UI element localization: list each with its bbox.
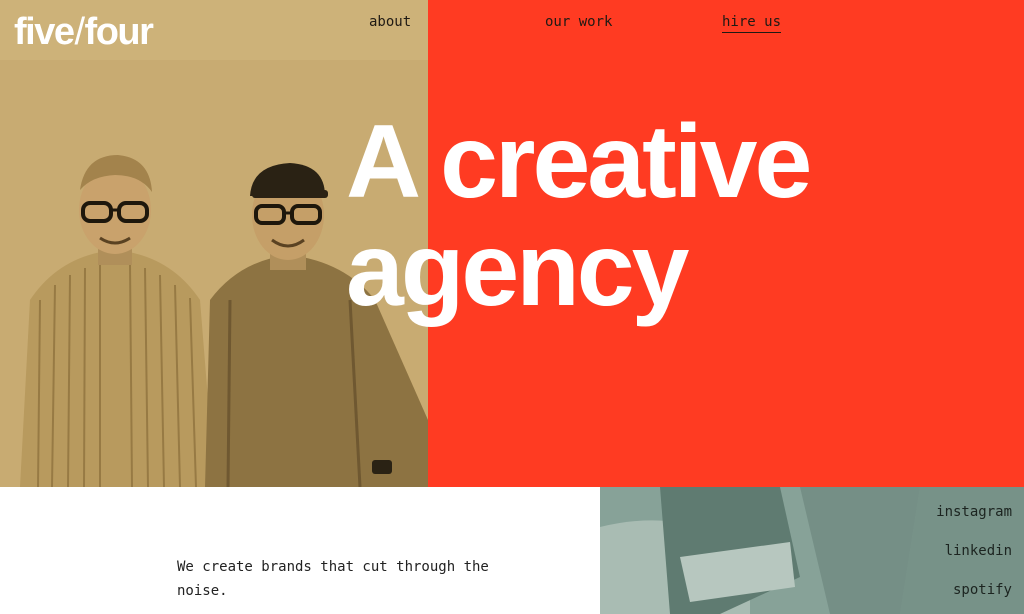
logo-text-five: five [14,11,75,53]
brand-logo[interactable]: five/four [14,10,154,54]
headline-line-1: A creative [346,104,812,220]
hero-headline: A creative agency [346,104,812,328]
intro-tagline: We create brands that cut through the no… [177,559,489,599]
nav-hire-us-link[interactable]: hire us [722,14,782,33]
social-linkedin-link[interactable]: linkedin [945,543,1012,559]
logo-text-four: four [84,11,154,53]
page: five/four about our work hire us A creat… [0,0,1024,614]
logo-slash: / [74,11,85,53]
nav-our-work-link[interactable]: our work [545,14,612,30]
social-instagram-link[interactable]: instagram [936,504,1012,520]
social-spotify-link[interactable]: spotify [953,582,1012,598]
headline-line-2: agency [346,212,689,328]
nav-about-link[interactable]: about [369,14,411,30]
